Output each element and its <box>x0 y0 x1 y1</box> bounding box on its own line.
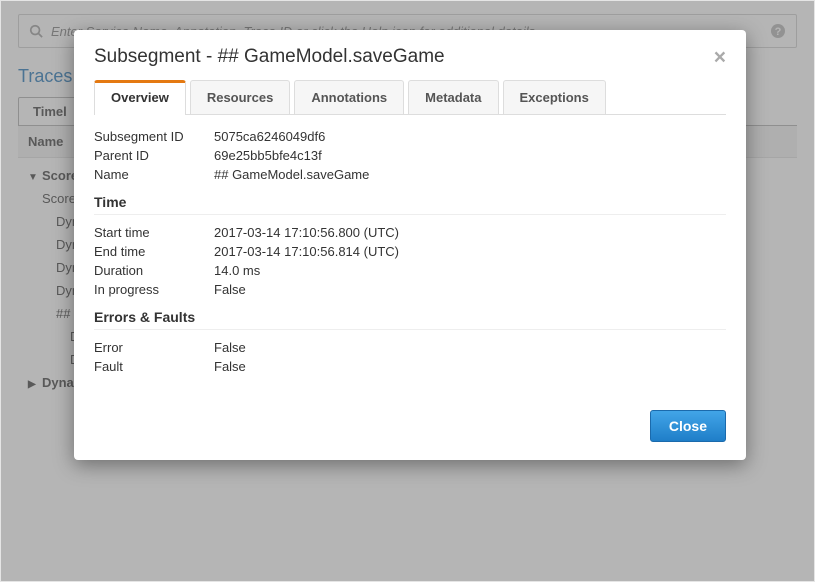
subsegment-modal: Subsegment - ## GameModel.saveGame × Ove… <box>74 30 746 460</box>
value-start-time: 2017-03-14 17:10:56.800 (UTC) <box>214 225 726 240</box>
value-duration: 14.0 ms <box>214 263 726 278</box>
modal-header: Subsegment - ## GameModel.saveGame × <box>74 30 746 80</box>
value-error: False <box>214 340 726 355</box>
label-in-progress: In progress <box>94 282 214 297</box>
value-fault: False <box>214 359 726 374</box>
label-error: Error <box>94 340 214 355</box>
value-parent-id: 69e25bb5bfe4c13f <box>214 148 726 163</box>
label-fault: Fault <box>94 359 214 374</box>
tab-exceptions[interactable]: Exceptions <box>503 80 606 114</box>
modal-footer: Close <box>74 396 746 460</box>
heading-errors: Errors & Faults <box>94 309 726 325</box>
tab-resources[interactable]: Resources <box>190 80 290 114</box>
close-icon[interactable]: × <box>714 47 726 68</box>
value-in-progress: False <box>214 282 726 297</box>
modal-body: OverviewResourcesAnnotationsMetadataExce… <box>74 80 746 396</box>
value-end-time: 2017-03-14 17:10:56.814 (UTC) <box>214 244 726 259</box>
label-parent-id: Parent ID <box>94 148 214 163</box>
label-start-time: Start time <box>94 225 214 240</box>
tab-metadata[interactable]: Metadata <box>408 80 498 114</box>
value-name: ## GameModel.saveGame <box>214 167 726 182</box>
heading-time: Time <box>94 194 726 210</box>
modal-tabs: OverviewResourcesAnnotationsMetadataExce… <box>94 80 726 115</box>
divider <box>94 214 726 215</box>
close-button[interactable]: Close <box>650 410 726 442</box>
tab-overview[interactable]: Overview <box>94 80 186 115</box>
value-subsegment-id: 5075ca6246049df6 <box>214 129 726 144</box>
tab-annotations[interactable]: Annotations <box>294 80 404 114</box>
label-duration: Duration <box>94 263 214 278</box>
label-subsegment-id: Subsegment ID <box>94 129 214 144</box>
label-end-time: End time <box>94 244 214 259</box>
modal-title: Subsegment - ## GameModel.saveGame <box>94 46 445 68</box>
label-name: Name <box>94 167 214 182</box>
divider <box>94 329 726 330</box>
